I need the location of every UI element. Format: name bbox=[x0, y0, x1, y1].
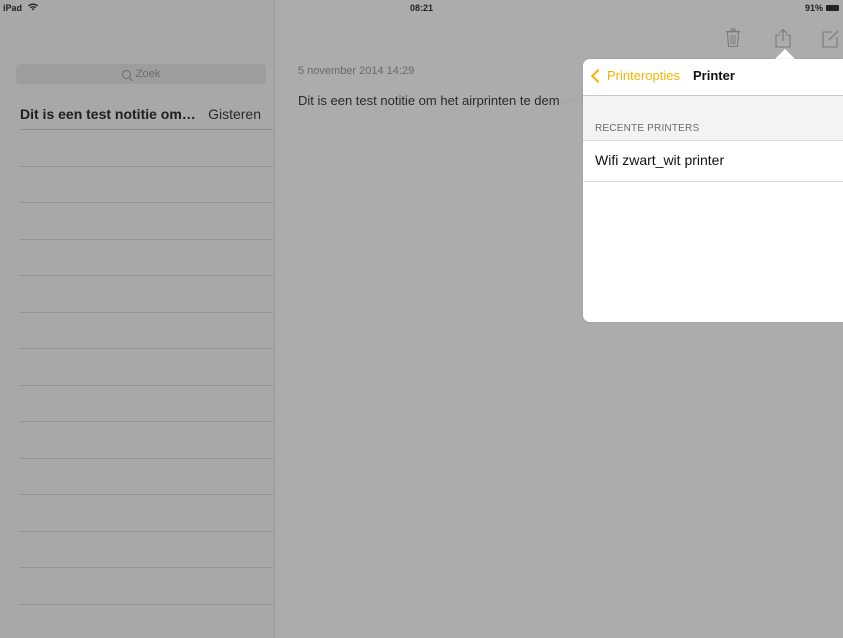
search-icon bbox=[121, 69, 131, 79]
list-divider bbox=[20, 567, 273, 568]
notes-app: iPad 08:21 91% Zoek Dit is een test noti… bbox=[0, 0, 843, 638]
battery-icon bbox=[826, 5, 839, 11]
list-divider bbox=[20, 458, 273, 459]
trash-icon[interactable] bbox=[725, 28, 745, 50]
status-time: 08:21 bbox=[409, 3, 434, 13]
search-placeholder: Zoek bbox=[135, 68, 161, 80]
list-divider bbox=[20, 348, 273, 349]
search-field[interactable]: Zoek bbox=[16, 64, 266, 84]
battery-percent: 91% bbox=[804, 3, 823, 13]
note-timestamp: 5 november 2014 14:29 bbox=[298, 65, 415, 77]
list-divider bbox=[20, 275, 273, 276]
list-divider bbox=[20, 166, 273, 167]
list-divider bbox=[20, 421, 273, 422]
list-divider bbox=[20, 312, 273, 313]
back-button-label: Printeropties bbox=[607, 68, 680, 83]
compose-icon[interactable] bbox=[820, 28, 840, 50]
note-list-item[interactable]: Dit is een test notitie om… Gisteren bbox=[20, 100, 273, 130]
list-divider bbox=[20, 202, 273, 203]
note-list-item-date: Gisteren bbox=[208, 106, 261, 122]
note-list-item-title: Dit is een test notitie om… bbox=[20, 106, 196, 122]
back-button[interactable]: Printeropties bbox=[590, 68, 680, 83]
notes-sidebar bbox=[0, 0, 275, 638]
chevron-left-icon bbox=[590, 68, 606, 83]
printer-list-item[interactable]: Wifi zwart_wit printer bbox=[583, 141, 843, 182]
note-body-text: Dit is een test notitie om het airprinte… bbox=[298, 93, 560, 108]
share-icon[interactable] bbox=[774, 28, 794, 50]
printer-popover: Printeropties Printer RECENTE PRINTERS W… bbox=[583, 59, 843, 322]
note-body[interactable]: Dit is een test notitie om het airprinte… bbox=[298, 93, 615, 108]
list-divider bbox=[20, 385, 273, 386]
popover-title: Printer bbox=[693, 68, 735, 83]
status-right: 91% bbox=[805, 3, 839, 13]
list-divider bbox=[20, 239, 273, 240]
status-bar: iPad 08:21 91% bbox=[0, 0, 843, 16]
list-divider bbox=[20, 494, 273, 495]
popover-nav-bar: Printeropties Printer bbox=[583, 59, 843, 96]
list-divider bbox=[20, 531, 273, 532]
printer-name: Wifi zwart_wit printer bbox=[595, 152, 725, 168]
section-header-label: RECENTE PRINTERS bbox=[595, 123, 700, 134]
section-header: RECENTE PRINTERS bbox=[583, 96, 843, 141]
list-divider bbox=[20, 604, 273, 605]
